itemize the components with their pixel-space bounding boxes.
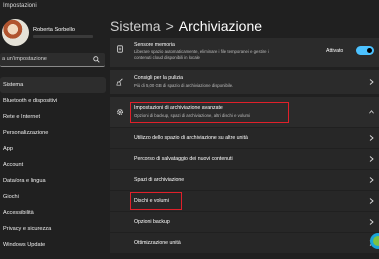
cleanup-title: Consigli per la pulizia (134, 75, 184, 81)
sidebar-item-label: Sistema (3, 82, 24, 88)
overlay-app-icon[interactable] (370, 233, 379, 249)
storage-spaces-item[interactable]: Spazi di archiviazione (110, 170, 379, 190)
cleanup-desc: Più di 5,00 GB di spazio di archiviazion… (134, 83, 234, 88)
storage-sense-icon (117, 45, 123, 53)
sidebar-item-windows-update[interactable]: Windows Update (0, 237, 106, 253)
page-title: Sistema > Archiviazione (110, 18, 262, 34)
sidebar-item-app[interactable]: App (0, 141, 106, 157)
highlight-disks-volumes (130, 192, 182, 210)
sidebar-item-label: Privacy e sicurezza (3, 226, 52, 232)
sidebar-item-rete[interactable]: Rete e Internet (0, 109, 106, 125)
sidebar-item-data-ora[interactable]: Data/ora e lingua (0, 173, 106, 189)
title-bar: Impostazioni (0, 0, 379, 14)
storage-sense-title: Sensore memoria (134, 42, 175, 48)
sidebar-item-label: Account (3, 162, 24, 168)
toggle-knob (367, 48, 372, 53)
cleanup-card[interactable]: Consigli per la pulizia Più di 5,00 GB d… (110, 70, 379, 94)
sidebar-item-label: App (3, 146, 13, 152)
search-placeholder: a un'impostazione (2, 56, 47, 62)
sidebar-item-label: Data/ora e lingua (3, 178, 46, 184)
chevron-up-icon (369, 110, 374, 114)
sidebar-item-personalizzazione[interactable]: Personalizzazione (0, 125, 106, 141)
app-title: Impostazioni (3, 3, 37, 9)
chevron-right-icon (369, 156, 374, 162)
backup-options-label: Opzioni backup (134, 219, 170, 225)
avatar[interactable] (2, 19, 29, 46)
sidebar-item-label: Giochi (3, 194, 19, 200)
search-icon[interactable] (93, 56, 100, 63)
sidebar-item-bluetooth[interactable]: Bluetooth e dispositivi (0, 93, 106, 109)
chevron-right-icon (369, 177, 374, 183)
sidebar-item-privacy[interactable]: Privacy e sicurezza (0, 221, 106, 237)
storage-sense-desc-1: Liberare spazio automaticamente, elimina… (134, 49, 269, 54)
breadcrumb-parent[interactable]: Sistema (110, 18, 161, 34)
drive-optimization-label: Ottimizzazione unità (134, 240, 181, 246)
other-drives-usage-label: Utilizzo dello spazio di archiviazione s… (134, 135, 248, 141)
sidebar-item-label: Windows Update (3, 242, 46, 248)
sidebar-item-account[interactable]: Account (0, 157, 106, 173)
drive-optimization-item[interactable]: Ottimizzazione unità (110, 233, 379, 253)
storage-sense-toggle-label: Attivato (326, 48, 344, 54)
chevron-right-icon (369, 219, 374, 225)
storage-sense-toggle[interactable] (356, 46, 374, 55)
sidebar-item-label: Accessibilità (3, 210, 34, 216)
breadcrumb-current: Archiviazione (178, 18, 263, 34)
save-location-item[interactable]: Percorso di salvataggio dei nuovi conten… (110, 149, 379, 169)
highlight-advanced-settings (130, 102, 289, 123)
user-email-redacted (33, 35, 93, 38)
other-drives-usage-item[interactable]: Utilizzo dello spazio di archiviazione s… (110, 128, 379, 148)
save-location-label: Percorso di salvataggio dei nuovi conten… (134, 156, 233, 162)
backup-options-item[interactable]: Opzioni backup (110, 212, 379, 232)
sidebar-item-accessibilita[interactable]: Accessibilità (0, 205, 106, 221)
gear-icon (116, 108, 124, 116)
breadcrumb-separator: > (165, 18, 174, 34)
storage-spaces-label: Spazi di archiviazione (134, 177, 185, 183)
chevron-right-icon (369, 79, 374, 85)
sidebar-item-label: Rete e Internet (3, 114, 41, 120)
sidebar-item-sistema[interactable]: Sistema (0, 77, 106, 93)
sidebar-item-giochi[interactable]: Giochi (0, 189, 106, 205)
search-input[interactable]: a un'impostazione (0, 53, 105, 67)
storage-sense-desc-2: contenuti cloud disponibili in locale (134, 55, 200, 60)
user-name: Roberta Sorbello (33, 27, 75, 33)
chevron-right-icon (369, 135, 374, 141)
sidebar-item-label: Personalizzazione (3, 130, 49, 136)
chevron-right-icon (369, 198, 374, 204)
sidebar-item-label: Bluetooth e dispositivi (3, 98, 58, 104)
broom-icon (116, 78, 123, 86)
